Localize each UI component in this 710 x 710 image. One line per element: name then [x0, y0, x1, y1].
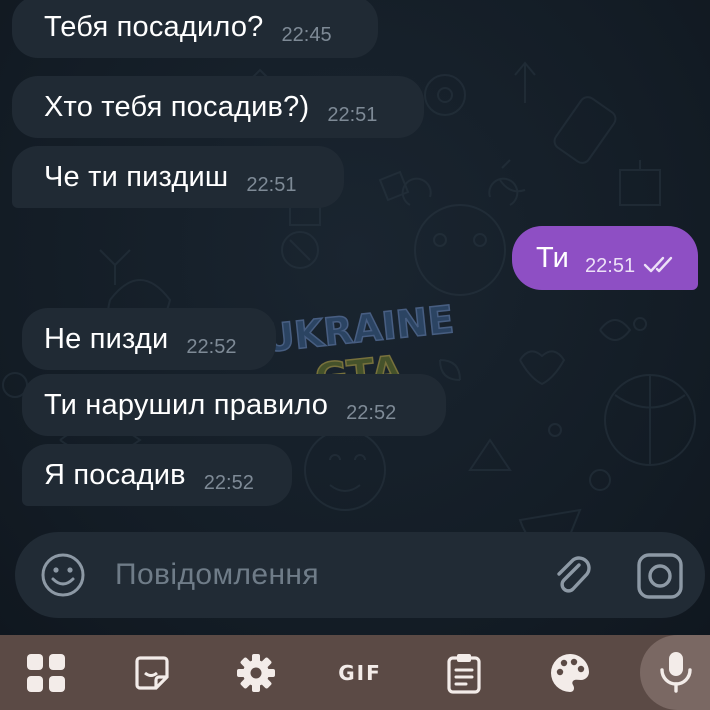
message-composer[interactable]: Повідомлення: [15, 532, 705, 618]
message-text: Не пизди: [44, 322, 169, 355]
message-bubble-incoming[interactable]: Не пизди 22:52: [22, 308, 276, 370]
sticker-icon[interactable]: [128, 649, 176, 697]
microphone-button[interactable]: [640, 635, 710, 710]
message-time: 22:45: [281, 23, 332, 46]
message-text: Ти нарушил правило: [44, 388, 329, 421]
settings-gear-icon[interactable]: [232, 649, 280, 697]
message-time: 22:51: [327, 103, 378, 126]
microphone-icon: [660, 652, 692, 693]
message-input[interactable]: Повідомлення: [115, 558, 319, 592]
apps-grid-icon[interactable]: [22, 649, 70, 697]
message-time: 22:51: [246, 173, 297, 196]
message-text: Я посадив: [44, 458, 186, 491]
message-text: Че ти пиздиш: [44, 160, 229, 193]
message-time: 22:52: [346, 401, 397, 424]
message-text: Тебя посадило?: [44, 10, 264, 43]
message-bubble-incoming[interactable]: Че ти пиздиш 22:51: [12, 146, 344, 208]
camera-icon[interactable]: [635, 551, 685, 601]
message-bubble-incoming[interactable]: Я посадив 22:52: [22, 444, 292, 506]
emoji-icon[interactable]: [39, 551, 87, 599]
message-time: 22:52: [203, 471, 254, 494]
gif-label: GIF: [338, 661, 382, 685]
message-bubble-outgoing[interactable]: Ти 22:51: [512, 226, 698, 290]
paperclip-icon[interactable]: [549, 551, 597, 599]
message-bubble-incoming[interactable]: Ти нарушил правило 22:52: [22, 374, 446, 436]
message-time: 22:52: [186, 335, 237, 358]
double-check-icon: [643, 256, 673, 273]
message-bubble-incoming[interactable]: Хто тебя посадив?) 22:51: [12, 76, 424, 138]
clipboard-icon[interactable]: [440, 649, 488, 697]
message-bubble-incoming[interactable]: Тебя посадило? 22:45: [12, 0, 378, 58]
gif-icon[interactable]: GIF: [336, 649, 384, 697]
keyboard-toolbar: GIF: [0, 635, 710, 710]
message-text: Хто тебя посадив?): [44, 90, 310, 123]
message-time: 22:51: [585, 254, 636, 277]
message-text: Ти: [536, 241, 570, 274]
palette-icon[interactable]: [546, 649, 594, 697]
